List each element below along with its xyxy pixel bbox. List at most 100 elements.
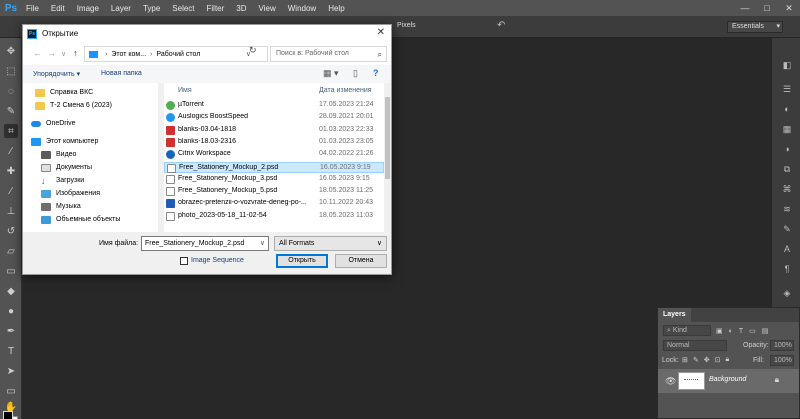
shape-filter-icon[interactable]: ▭ — [749, 327, 756, 335]
fill-input[interactable]: 100% — [770, 355, 794, 366]
nav-item[interactable]: Музыка — [23, 200, 158, 213]
file-format-select[interactable]: All Formats ∨ — [274, 236, 387, 251]
quick-select-tool-icon[interactable]: ✎ — [4, 104, 18, 118]
shape-tool-icon[interactable]: ▭ — [4, 384, 18, 398]
nav-item[interactable]: Объемные объекты — [23, 213, 158, 226]
organize-button[interactable]: Упорядочить ▾ — [33, 70, 80, 78]
layers-panel-icon[interactable]: ◈ — [780, 286, 794, 300]
swatches-panel-icon[interactable]: ▦ — [780, 122, 794, 136]
nav-item[interactable]: Справка ВКС — [23, 86, 158, 99]
type-tool-icon[interactable]: T — [4, 344, 18, 358]
lock-artboard-icon[interactable]: ⊡ — [715, 356, 721, 364]
menu-item[interactable]: Filter — [201, 4, 231, 13]
image-sequence-checkbox[interactable] — [180, 257, 188, 265]
lock-paint-icon[interactable]: ✎ — [693, 356, 699, 364]
workspace-select[interactable]: Essentials — [727, 21, 783, 33]
close-icon[interactable]: ✕ — [778, 0, 800, 16]
menu-item[interactable]: Help — [322, 4, 350, 13]
address-bar[interactable]: › Этот ком... › Рабочий стол ∨ — [84, 46, 268, 62]
file-row[interactable]: Auslogics BoostSpeed 28.09.2021 20:01 — [164, 112, 384, 123]
file-row[interactable]: Free_Stationery_Mockup_5.psd 18.05.2023 1… — [164, 186, 384, 197]
move-tool-icon[interactable]: ✥ — [4, 44, 18, 58]
brush-tool-icon[interactable]: ∕ — [4, 184, 18, 198]
recent-locations-icon[interactable]: ∨ — [61, 50, 66, 58]
smart-filter-icon[interactable]: ▤ — [762, 327, 769, 335]
image-sequence-label[interactable]: Image Sequence — [191, 257, 244, 264]
scrollbar-thumb[interactable] — [385, 97, 390, 179]
adjustments-panel-icon[interactable]: ◑ — [780, 142, 794, 156]
chevron-down-icon[interactable]: ∨ — [260, 237, 265, 250]
minimize-icon[interactable]: — — [734, 0, 756, 16]
healing-tool-icon[interactable]: ✚ — [4, 164, 18, 178]
gradient-tool-icon[interactable]: ▭ — [4, 264, 18, 278]
type-filter-icon[interactable]: T — [739, 328, 743, 335]
back-arrow-icon[interactable]: ← — [33, 48, 42, 58]
nav-item[interactable]: ↓ Загрузки — [23, 174, 158, 187]
lock-pixels-icon[interactable]: ⊞ — [682, 356, 688, 364]
menu-item[interactable]: Select — [166, 4, 200, 13]
file-row[interactable]: obrazec-pretenzii-o-vozvrate-deneg-po-..… — [164, 198, 384, 209]
adjustment-filter-icon[interactable]: ◐ — [729, 328, 733, 335]
help-icon[interactable]: ? — [373, 68, 379, 78]
menu-item[interactable]: File — [20, 4, 45, 13]
close-icon[interactable]: ✕ — [377, 27, 385, 38]
preview-pane-icon[interactable]: ▯ — [353, 68, 358, 79]
file-row[interactable]: µTorrent 17.05.2023 21:24 — [164, 100, 384, 111]
file-row[interactable]: blanks-03.04-1818 01.03.2023 22:33 — [164, 125, 384, 136]
file-row[interactable]: Free_Stationery_Mockup_3.psd 16.05.2023 9… — [164, 174, 384, 185]
lock-position-icon[interactable]: ✥ — [704, 356, 710, 364]
column-header-name[interactable]: Имя — [178, 83, 192, 99]
color-panel-icon[interactable]: ◐ — [780, 102, 794, 116]
file-row[interactable]: Citrix Workspace 04.02.2022 21:26 — [164, 149, 384, 160]
maximize-icon[interactable]: □ — [756, 0, 778, 16]
lasso-tool-icon[interactable]: ◌ — [4, 84, 18, 98]
layer-row-background[interactable]: 👁︎ Background 🔒︎ — [658, 369, 799, 393]
styles-panel-icon[interactable]: ⧉ — [780, 162, 794, 176]
file-list-scrollbar[interactable] — [384, 83, 391, 232]
column-header-modified[interactable]: Дата изменения — [319, 83, 372, 99]
brush-panel-icon[interactable]: ✎ — [780, 222, 794, 236]
nav-item[interactable]: Документы — [23, 161, 158, 174]
pixel-filter-icon[interactable]: ▣ — [716, 327, 723, 335]
lock-all-icon[interactable]: 🔒︎ — [726, 356, 730, 364]
dodge-tool-icon[interactable]: ● — [4, 304, 18, 318]
crop-tool-icon[interactable]: ⌗ — [4, 124, 18, 138]
nav-item[interactable]: Т-2 Смена 6 (2023) — [23, 99, 158, 112]
menu-item[interactable]: View — [253, 4, 282, 13]
history-brush-icon[interactable]: ↺ — [4, 224, 18, 238]
path-select-tool-icon[interactable]: ➤ — [4, 364, 18, 378]
file-row[interactable]: blanks-18.03-2316 01.03.2023 23:05 — [164, 137, 384, 148]
tab-layers[interactable]: Layers — [658, 308, 691, 322]
menu-item[interactable]: Edit — [45, 4, 71, 13]
nav-item[interactable]: Изображения — [23, 187, 158, 200]
file-row[interactable]: photo_2023-05-18_11-02-54 18.05.2023 11:0… — [164, 211, 384, 222]
menu-item[interactable]: 3D — [230, 4, 252, 13]
channels-panel-icon[interactable]: ≋ — [780, 202, 794, 216]
cancel-button[interactable]: Отмена — [335, 254, 387, 268]
filename-input[interactable]: Free_Stationery_Mockup_2.psd ∨ — [141, 236, 269, 251]
nav-item[interactable]: OneDrive — [23, 117, 158, 130]
search-input[interactable]: Поиск в: Рабочий стол ⌕ — [270, 46, 387, 62]
marquee-tool-icon[interactable]: ⬚ — [4, 64, 18, 78]
pen-tool-icon[interactable]: ✒ — [4, 324, 18, 338]
open-button[interactable]: Открыть — [276, 254, 328, 268]
forward-arrow-icon[interactable]: → — [47, 48, 56, 58]
breadcrumb-this-pc[interactable]: Этот ком... — [111, 51, 146, 58]
eraser-tool-icon[interactable]: ▱ — [4, 244, 18, 258]
eyedropper-tool-icon[interactable]: ⁄ — [4, 144, 18, 158]
opacity-input[interactable]: 100% — [770, 340, 794, 351]
blend-mode-select[interactable]: Normal — [663, 340, 727, 351]
character-panel-icon[interactable]: A — [780, 242, 794, 256]
menu-item[interactable]: Type — [137, 4, 166, 13]
menu-item[interactable]: Window — [282, 4, 322, 13]
undo-icon[interactable]: ↶ — [497, 20, 505, 31]
menu-item[interactable]: Layer — [105, 4, 137, 13]
foreground-color-swatch[interactable] — [3, 411, 13, 419]
history-panel-icon[interactable]: ◧ — [780, 58, 794, 72]
kind-filter-select[interactable]: ⌕ Kind — [663, 325, 711, 336]
new-folder-button[interactable]: Новая папка — [101, 70, 142, 77]
blur-tool-icon[interactable]: ◆ — [4, 284, 18, 298]
file-row[interactable]: Free_Stationery_Mockup_2.psd 16.05.2023 9… — [164, 161, 384, 173]
stamp-tool-icon[interactable]: ⊥ — [4, 204, 18, 218]
properties-panel-icon[interactable]: ☰ — [780, 82, 794, 96]
